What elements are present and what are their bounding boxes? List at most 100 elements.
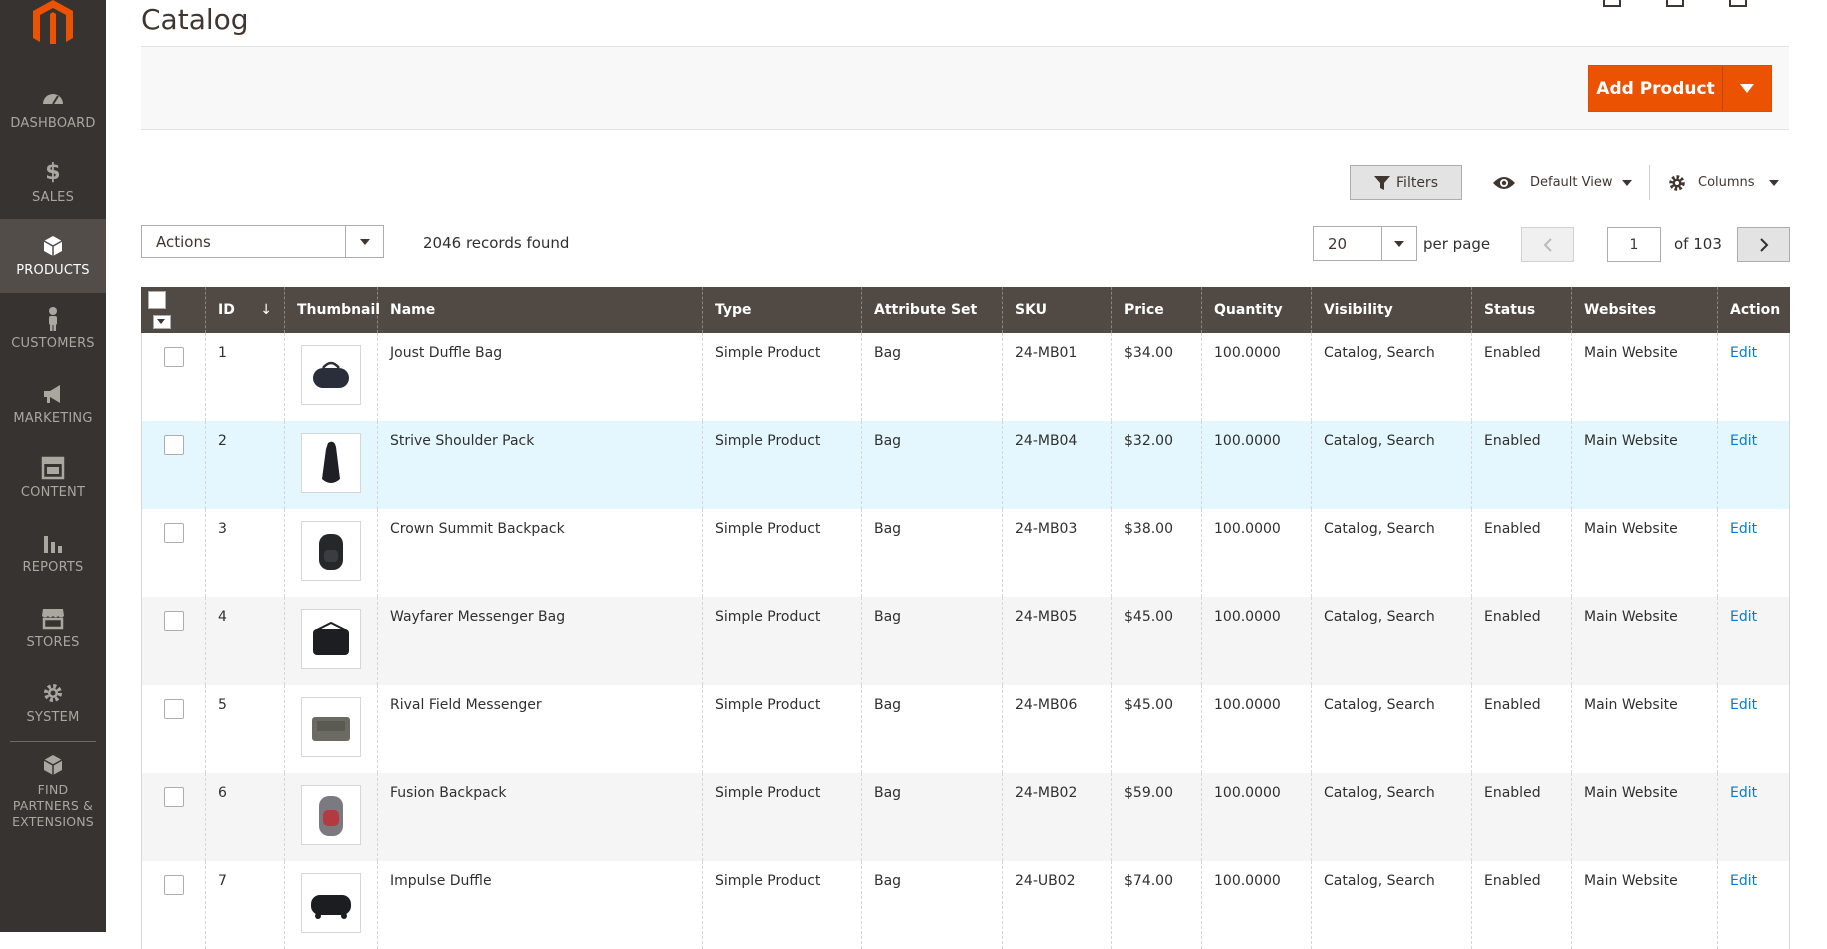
col-header-websites[interactable]: Websites bbox=[1571, 287, 1718, 333]
nav-marketing[interactable]: MARKETING bbox=[0, 381, 106, 426]
cell-websites: Main Website bbox=[1571, 773, 1718, 861]
row-select-cell bbox=[141, 685, 206, 773]
col-header-price[interactable]: Price bbox=[1111, 287, 1202, 333]
product-thumbnail[interactable] bbox=[301, 873, 361, 933]
table-row[interactable]: 5 Rival Field Messenger Simple Product B… bbox=[141, 685, 1790, 773]
megaphone-icon bbox=[44, 385, 60, 403]
edit-link[interactable]: Edit bbox=[1730, 433, 1757, 449]
columns-dropdown[interactable]: Columns bbox=[1668, 165, 1779, 200]
cell-status: Enabled bbox=[1471, 509, 1572, 597]
cell-thumbnail bbox=[284, 597, 378, 685]
edit-link[interactable]: Edit bbox=[1730, 873, 1757, 889]
nav-marketing-label: MARKETING bbox=[13, 411, 93, 426]
table-row[interactable]: 1 Joust Duffle Bag Simple Product Bag 24… bbox=[141, 333, 1790, 421]
add-product-button[interactable]: Add Product bbox=[1589, 66, 1722, 111]
nav-system-label: SYSTEM bbox=[26, 710, 80, 725]
per-page-toggle[interactable] bbox=[1381, 227, 1416, 260]
nav-sales[interactable]: $ SALES bbox=[0, 160, 106, 205]
product-thumbnail[interactable] bbox=[301, 433, 361, 493]
cell-sku: 24-MB06 bbox=[1002, 685, 1112, 773]
table-row[interactable]: 4 Wayfarer Messenger Bag Simple Product … bbox=[141, 597, 1790, 685]
current-page-input[interactable]: 1 bbox=[1607, 227, 1661, 262]
table-row[interactable]: 6 Fusion Backpack Simple Product Bag 24-… bbox=[141, 773, 1790, 861]
col-header-attribute-set[interactable]: Attribute Set bbox=[861, 287, 1003, 333]
messenger-bag-icon bbox=[313, 621, 349, 655]
mass-actions-toggle[interactable] bbox=[345, 226, 383, 257]
shoulder-pack-icon bbox=[322, 441, 340, 483]
notifications-icon[interactable] bbox=[1665, 0, 1684, 7]
nav-reports[interactable]: REPORTS bbox=[0, 530, 106, 575]
product-thumbnail[interactable] bbox=[301, 345, 361, 405]
cell-thumbnail bbox=[284, 685, 378, 773]
cell-price: $38.00 bbox=[1111, 509, 1202, 597]
cell-visibility: Catalog, Search bbox=[1311, 861, 1472, 949]
previous-page-button[interactable] bbox=[1521, 227, 1574, 262]
table-row[interactable]: 2 Strive Shoulder Pack Simple Product Ba… bbox=[141, 421, 1790, 509]
cell-quantity: 100.0000 bbox=[1201, 509, 1312, 597]
edit-link[interactable]: Edit bbox=[1730, 697, 1757, 713]
cell-status: Enabled bbox=[1471, 773, 1572, 861]
next-page-button[interactable] bbox=[1737, 227, 1790, 262]
cell-visibility: Catalog, Search bbox=[1311, 421, 1472, 509]
col-header-visibility[interactable]: Visibility bbox=[1311, 287, 1472, 333]
search-icon[interactable] bbox=[1602, 0, 1621, 7]
nav-system[interactable]: SYSTEM bbox=[0, 680, 106, 725]
cell-thumbnail bbox=[284, 421, 378, 509]
page-title: Catalog bbox=[141, 2, 249, 36]
cell-id: 3 bbox=[205, 509, 285, 597]
nav-stores[interactable]: STORES bbox=[0, 605, 106, 650]
row-checkbox[interactable] bbox=[164, 699, 184, 719]
col-header-thumbnail: Thumbnail bbox=[284, 287, 380, 333]
col-header-quantity[interactable]: Quantity bbox=[1201, 287, 1312, 333]
user-icon[interactable] bbox=[1729, 0, 1747, 7]
edit-link[interactable]: Edit bbox=[1730, 521, 1757, 537]
product-thumbnail[interactable] bbox=[301, 697, 361, 757]
cell-quantity: 100.0000 bbox=[1201, 333, 1312, 421]
per-page-select[interactable]: 20 bbox=[1313, 226, 1417, 261]
col-header-sku[interactable]: SKU bbox=[1002, 287, 1112, 333]
cell-attribute-set: Bag bbox=[861, 597, 1003, 685]
product-thumbnail[interactable] bbox=[301, 785, 361, 845]
add-product-dropdown-toggle[interactable] bbox=[1722, 66, 1771, 111]
row-checkbox[interactable] bbox=[164, 787, 184, 807]
edit-link[interactable]: Edit bbox=[1730, 785, 1757, 801]
person-icon bbox=[49, 307, 57, 331]
table-row[interactable]: 3 Crown Summit Backpack Simple Product B… bbox=[141, 509, 1790, 597]
nav-find-partners[interactable]: FIND PARTNERS & EXTENSIONS bbox=[0, 752, 106, 830]
col-header-id[interactable]: ID ↓ bbox=[205, 287, 285, 333]
filters-button[interactable]: Filters bbox=[1350, 165, 1462, 200]
row-checkbox[interactable] bbox=[164, 523, 184, 543]
mass-actions-select[interactable]: Actions bbox=[141, 225, 384, 258]
per-page-label: per page bbox=[1423, 235, 1491, 253]
select-all-header[interactable] bbox=[141, 287, 206, 333]
table-row[interactable]: 7 Impulse Duffle Simple Product Bag 24-U… bbox=[141, 861, 1790, 949]
magento-logo-icon[interactable] bbox=[31, 0, 75, 44]
edit-link[interactable]: Edit bbox=[1730, 345, 1757, 361]
edit-link[interactable]: Edit bbox=[1730, 609, 1757, 625]
col-header-status[interactable]: Status bbox=[1471, 287, 1572, 333]
row-checkbox[interactable] bbox=[164, 347, 184, 367]
select-all-checkbox[interactable] bbox=[148, 291, 166, 309]
col-header-type[interactable]: Type bbox=[702, 287, 862, 333]
cell-name: Strive Shoulder Pack bbox=[377, 421, 703, 509]
nav-customers[interactable]: CUSTOMERS bbox=[0, 306, 106, 351]
col-header-name[interactable]: Name bbox=[377, 287, 703, 333]
cell-sku: 24-MB04 bbox=[1002, 421, 1112, 509]
row-checkbox[interactable] bbox=[164, 611, 184, 631]
row-checkbox[interactable] bbox=[164, 875, 184, 895]
boxes-icon bbox=[43, 755, 63, 775]
col-header-action: Action bbox=[1717, 287, 1790, 333]
nav-products[interactable]: PRODUCTS bbox=[0, 219, 106, 293]
cell-sku: 24-UB02 bbox=[1002, 861, 1112, 949]
caret-down-icon bbox=[1768, 179, 1779, 186]
cell-sku: 24-MB02 bbox=[1002, 773, 1112, 861]
default-view-dropdown[interactable]: Default View bbox=[1492, 165, 1633, 200]
cell-status: Enabled bbox=[1471, 597, 1572, 685]
cell-status: Enabled bbox=[1471, 861, 1572, 949]
select-all-dropdown[interactable] bbox=[153, 315, 171, 329]
nav-dashboard[interactable]: DASHBOARD bbox=[0, 86, 106, 131]
row-checkbox[interactable] bbox=[164, 435, 184, 455]
product-thumbnail[interactable] bbox=[301, 609, 361, 669]
product-thumbnail[interactable] bbox=[301, 521, 361, 581]
nav-content[interactable]: CONTENT bbox=[0, 455, 106, 500]
